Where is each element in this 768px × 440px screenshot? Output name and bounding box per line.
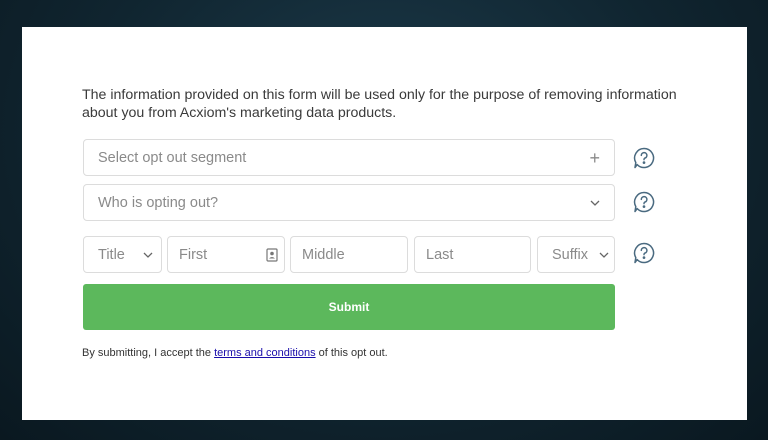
suffix-select[interactable]: Suffix [537, 236, 615, 273]
name-help-icon[interactable] [632, 241, 656, 265]
plus-icon: + [589, 147, 600, 168]
title-select[interactable]: Title [83, 236, 162, 273]
title-placeholder: Title [98, 246, 125, 263]
segment-help-icon[interactable] [632, 146, 656, 170]
terms-prefix: By submitting, I accept the [82, 347, 212, 359]
intro-text: The information provided on this form wi… [82, 87, 677, 121]
opt-out-card: The information provided on this form wi… [22, 27, 747, 420]
chevron-down-icon [599, 252, 609, 258]
who-is-opting-out-select[interactable]: Who is opting out? [83, 184, 615, 221]
who-is-opting-out-placeholder: Who is opting out? [98, 194, 219, 211]
first-name-input[interactable]: First [167, 236, 285, 273]
chevron-down-icon [143, 252, 153, 258]
terms-and-conditions-link[interactable]: terms and conditions [214, 347, 316, 359]
first-name-placeholder: First [179, 246, 208, 263]
chevron-down-icon [590, 200, 600, 206]
last-name-placeholder: Last [426, 246, 454, 263]
who-help-icon[interactable] [632, 190, 656, 214]
contact-card-icon [266, 247, 278, 262]
opt-out-segment-select[interactable]: Select opt out segment + [83, 139, 615, 176]
last-name-input[interactable]: Last [414, 236, 531, 273]
middle-name-placeholder: Middle [302, 246, 345, 263]
submit-button[interactable]: Submit [83, 284, 615, 330]
suffix-placeholder: Suffix [552, 246, 589, 263]
opt-out-segment-placeholder: Select opt out segment [98, 149, 247, 166]
terms-notice: By submitting, I accept the terms and co… [82, 347, 388, 359]
terms-suffix: of this opt out. [318, 347, 388, 359]
middle-name-input[interactable]: Middle [290, 236, 408, 273]
